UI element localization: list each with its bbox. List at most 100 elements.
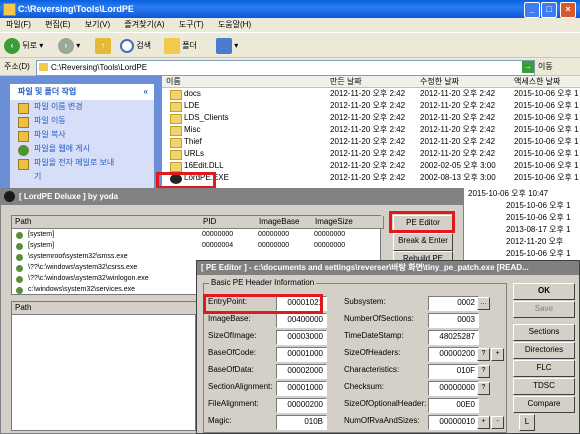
directories-button[interactable]: Directories bbox=[513, 342, 575, 359]
help-button[interactable]: ? bbox=[477, 365, 490, 378]
save-button[interactable]: Save bbox=[513, 301, 575, 318]
col-modified[interactable]: 만든 날짜 bbox=[330, 76, 362, 88]
task-rename[interactable]: 파일 이름 변경 bbox=[10, 100, 154, 114]
field-value-input[interactable]: 0002 bbox=[428, 296, 479, 311]
plus-button[interactable]: + bbox=[477, 416, 490, 429]
folders-button[interactable]: 폴더 bbox=[164, 36, 197, 56]
file-modified: 2002-08-13 오후 3:00 bbox=[420, 173, 496, 182]
field-value-input[interactable]: 00000200 bbox=[428, 347, 479, 362]
ok-button[interactable]: OK bbox=[513, 283, 575, 300]
search-button[interactable]: 검색 bbox=[120, 36, 151, 56]
col-imagebase[interactable]: ImageBase bbox=[256, 216, 316, 229]
field-label: SizeOfHeaders: bbox=[344, 348, 401, 357]
break-enter-button[interactable]: Break & Enter bbox=[393, 233, 453, 251]
file-row[interactable]: LDE 2012-11-20 오후 2:42 2012-11-20 오후 2:42 2… bbox=[162, 100, 580, 112]
task-move[interactable]: 파일 이동 bbox=[10, 114, 154, 128]
field-label: BaseOfData: bbox=[208, 365, 254, 374]
col-name[interactable]: 이름 bbox=[166, 76, 181, 88]
file-row[interactable]: LDS_Clients 2012-11-20 오후 2:42 2012-11-20 … bbox=[162, 112, 580, 124]
col-accessed[interactable]: 액세스한 날짜 bbox=[514, 76, 560, 88]
close-button[interactable]: × bbox=[560, 2, 576, 18]
task-pane: 파일 및 폴더 작업 « 파일 이름 변경 파일 이동 파일 복사 파일을 웹에… bbox=[0, 76, 162, 196]
file-created: 2012-11-20 오후 2:42 bbox=[330, 173, 406, 182]
file-row[interactable]: LordPE.EXE 2012-11-20 오후 2:42 2002-08-13 오… bbox=[162, 172, 580, 184]
col-path[interactable]: Path bbox=[12, 216, 204, 229]
toolbar: ‹ 뒤로 ▾ › ▾ ↑ 검색 폴더 ▾ bbox=[0, 32, 580, 58]
file-created: 2012-11-20 오후 2:42 bbox=[330, 113, 406, 122]
menu-file[interactable]: 파일(F) bbox=[6, 20, 31, 29]
field-value-input[interactable]: 00001000 bbox=[276, 347, 327, 362]
field-value-input[interactable]: 00003000 bbox=[276, 330, 327, 345]
lordpe-title-bar[interactable]: [ LordPE Deluxe ] by yoda bbox=[1, 189, 463, 205]
go-arrow-icon[interactable]: → bbox=[522, 61, 534, 73]
field-value-input[interactable]: 010B bbox=[276, 415, 327, 430]
field-value-input[interactable]: 00E0 bbox=[428, 398, 479, 413]
help-button[interactable]: ? bbox=[477, 382, 490, 395]
col-changed[interactable]: 수정한 날짜 bbox=[420, 76, 459, 88]
field-value-input[interactable]: 00002000 bbox=[276, 364, 327, 379]
file-row[interactable]: Misc 2012-11-20 오후 2:42 2012-11-20 오후 2:42… bbox=[162, 124, 580, 136]
field-value-input[interactable]: 0003 bbox=[428, 313, 479, 328]
folders-label: 폴더 bbox=[182, 41, 197, 50]
browse-button[interactable]: … bbox=[477, 297, 490, 310]
task-email[interactable]: 파일을 전자 메일로 보내 bbox=[10, 156, 154, 170]
task-header[interactable]: 파일 및 폴더 작업 « bbox=[10, 84, 154, 100]
views-button[interactable]: ▾ bbox=[216, 36, 238, 56]
plus-button[interactable]: + bbox=[491, 348, 504, 361]
field-value-input[interactable]: 00000000 bbox=[428, 381, 479, 396]
help-button[interactable]: ? bbox=[477, 348, 490, 361]
col-pid[interactable]: PID bbox=[200, 216, 260, 229]
go-button[interactable]: 이동 bbox=[538, 61, 553, 72]
field-value-input[interactable]: 48025287 bbox=[428, 330, 479, 345]
field-label: Subsystem: bbox=[344, 297, 386, 306]
menu-help[interactable]: 도움말(H) bbox=[218, 20, 251, 29]
file-modified: 2012-11-20 오후 2:42 bbox=[420, 149, 496, 158]
file-row[interactable]: 16Edit.DLL 2012-11-20 오후 2:42 2002-02-05 오… bbox=[162, 160, 580, 172]
address-input[interactable]: C:\Reversing\Tools\LordPE bbox=[36, 60, 535, 76]
menu-edit[interactable]: 편집(E) bbox=[45, 20, 70, 29]
file-row[interactable]: URLs 2012-11-20 오후 2:42 2012-11-20 오후 2:42… bbox=[162, 148, 580, 160]
menu-view[interactable]: 보기(V) bbox=[85, 20, 110, 29]
file-modified: 2002-02-05 오후 3:00 bbox=[420, 161, 496, 170]
process-icon bbox=[16, 243, 23, 250]
up-folder-button[interactable]: ↑ bbox=[95, 36, 111, 56]
back-label: 뒤로 bbox=[22, 41, 37, 50]
file-created: 2012-11-20 오후 2:42 bbox=[330, 101, 406, 110]
file-created: 2012-11-20 오후 2:42 bbox=[330, 161, 406, 170]
menu-tools[interactable]: 도구(T) bbox=[179, 20, 204, 29]
col-module-path[interactable]: Path bbox=[12, 302, 198, 315]
field-value-input[interactable]: 00000200 bbox=[276, 398, 327, 413]
task-copy[interactable]: 파일 복사 bbox=[10, 128, 154, 142]
forward-button[interactable]: › ▾ bbox=[58, 36, 80, 56]
maximize-button[interactable]: □ bbox=[541, 2, 557, 18]
file-created: 2012-11-20 오후 2:42 bbox=[330, 89, 406, 98]
field-value-input[interactable]: 00000010 bbox=[428, 415, 479, 430]
pe-editor-title-bar[interactable]: [ PE Editor ] - c:\documents and setting… bbox=[197, 261, 579, 275]
file-name: Thief bbox=[184, 137, 202, 146]
folder-icon bbox=[170, 138, 182, 148]
file-row[interactable]: docs 2012-11-20 오후 2:42 2012-11-20 오후 2:42… bbox=[162, 88, 580, 100]
task-publish[interactable]: 파일을 웹에 게시 bbox=[10, 142, 154, 156]
col-imagesize[interactable]: ImageSize bbox=[312, 216, 384, 229]
field-value-input[interactable]: 00001000 bbox=[276, 381, 327, 396]
flc-button[interactable]: FLC bbox=[513, 360, 575, 377]
minimize-button[interactable]: _ bbox=[524, 2, 540, 18]
tdsc-button[interactable]: TDSC bbox=[513, 378, 575, 395]
file-list-header: 이름 만든 날짜 수정한 날짜 액세스한 날짜 bbox=[162, 76, 580, 88]
explorer-title-bar[interactable]: C:\Reversing\Tools\LordPE _ □ × bbox=[0, 0, 580, 18]
file-created: 2012-11-20 오후 2:42 bbox=[330, 149, 406, 158]
menu-favorites[interactable]: 즐겨찾기(A) bbox=[124, 20, 164, 29]
process-path: c:\windows\system32\services.exe bbox=[28, 286, 135, 293]
sections-button[interactable]: Sections bbox=[513, 324, 575, 341]
field-value-input[interactable]: 010F bbox=[428, 364, 479, 379]
process-icon bbox=[16, 276, 23, 283]
compare-button[interactable]: Compare bbox=[513, 396, 575, 413]
back-button[interactable]: ‹ 뒤로 ▾ bbox=[4, 36, 43, 56]
field-value-input[interactable]: 00400000 bbox=[276, 313, 327, 328]
menu-bar: 파일(F) 편집(E) 보기(V) 즐겨찾기(A) 도구(T) 도움말(H) bbox=[0, 18, 580, 32]
field-label: SectionAlignment: bbox=[208, 382, 273, 391]
file-accessed: 2015-10-06 오후 1 bbox=[514, 113, 579, 122]
file-row[interactable]: Thief 2012-11-20 오후 2:42 2012-11-20 오후 2:4… bbox=[162, 136, 580, 148]
minus-button[interactable]: - bbox=[491, 416, 504, 429]
l-button[interactable]: L bbox=[519, 414, 535, 431]
